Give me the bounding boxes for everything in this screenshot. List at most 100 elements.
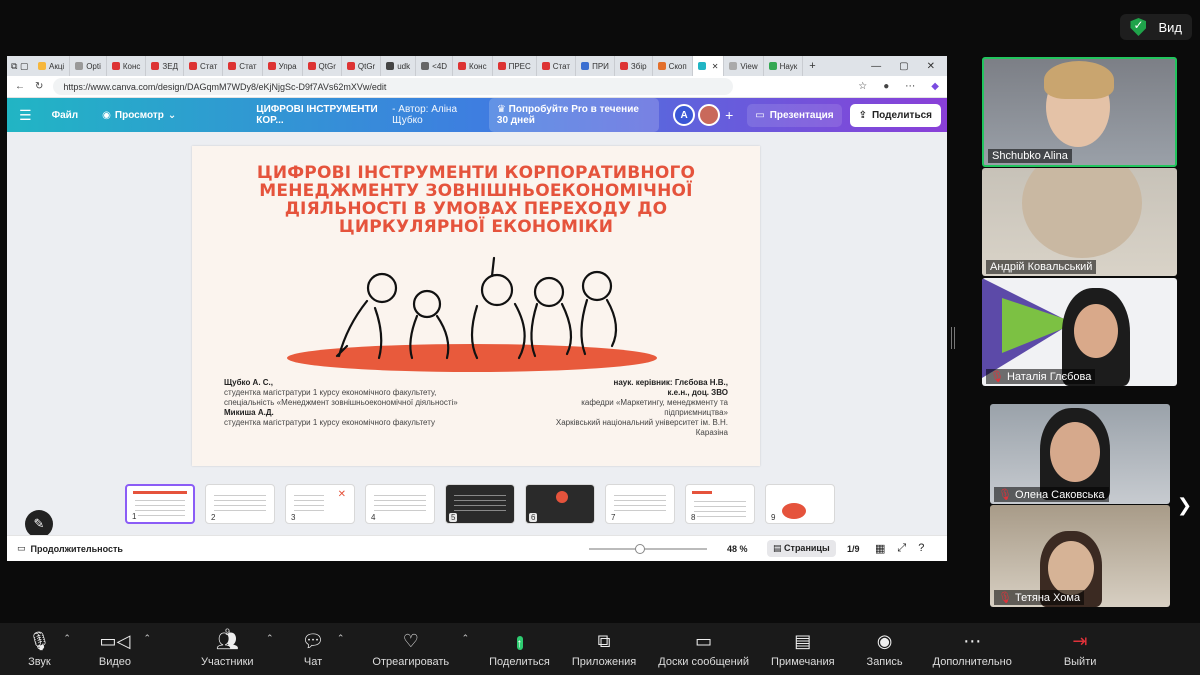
whiteboard-icon: ▭ — [695, 630, 713, 651]
browser-tab[interactable]: udk — [381, 56, 417, 76]
leave-button[interactable]: ⇥ Выйти — [1064, 631, 1097, 668]
grid-view-icon[interactable]: ▦ — [875, 542, 885, 555]
supervisor-block: наук. керівник: Глєбова Н.В., к.е.н., до… — [556, 378, 728, 438]
more-icon: ⋯ — [963, 630, 982, 651]
notes-button[interactable]: ▤ Примечания — [771, 631, 835, 668]
browser-tab[interactable]: ПРИ — [576, 56, 615, 76]
browser-tab[interactable]: ЗЕД — [146, 56, 184, 76]
browser-tab[interactable]: Стат — [223, 56, 263, 76]
view-control[interactable]: Вид — [1120, 14, 1192, 40]
browser-tab-active[interactable]: ✕ — [692, 56, 725, 76]
browser-menu-icon[interactable]: ⧉ ▢ — [11, 61, 33, 72]
fullscreen-icon[interactable]: ⤢ — [897, 542, 906, 555]
participants-button[interactable]: 👥︎ 9 Участники ⌃ — [201, 627, 274, 668]
document-title[interactable]: ЦИФРОВІ ІНСТРУМЕНТИ КОР... — [256, 104, 384, 126]
share-screen-button[interactable]: ↑ Поделиться — [489, 631, 550, 668]
profile-icon[interactable]: ● — [883, 81, 889, 92]
browser-tab[interactable]: Стат — [537, 56, 577, 76]
browser-tab[interactable]: Упра — [263, 56, 303, 76]
browser-tab[interactable]: <4D — [416, 56, 454, 76]
next-gallery-page-icon[interactable]: ❯ — [1177, 495, 1192, 516]
avatar[interactable]: A — [673, 104, 696, 126]
hamburger-menu-icon[interactable]: ☰ — [19, 107, 32, 124]
collaborators: A + — [673, 104, 733, 126]
browser-tab[interactable]: Opti — [70, 56, 107, 76]
close-window-icon[interactable]: ✕ — [927, 61, 935, 72]
apps-button[interactable]: ⧉ Приложения — [572, 631, 636, 668]
browser-tab[interactable]: Збір — [615, 56, 653, 76]
page-thumbnail[interactable]: 4 — [365, 484, 435, 524]
chevron-up-icon[interactable]: ⌃ — [63, 633, 71, 644]
browser-tab[interactable]: Конс — [107, 56, 147, 76]
help-icon[interactable]: ? — [918, 542, 924, 555]
panel-resize-handle[interactable] — [951, 327, 955, 349]
participant-video[interactable]: 🎙︎ Тетяна Хома — [990, 505, 1170, 607]
page-thumbnail[interactable]: 9 — [765, 484, 835, 524]
page-thumbnail[interactable]: 6 — [525, 484, 595, 524]
authors-block: Щубко А. С., студентка магістратури 1 ку… — [224, 378, 458, 428]
browser-tab[interactable]: ПРЕС — [493, 56, 537, 76]
view-menu[interactable]: ◉ Просмотр ⌄ — [102, 110, 176, 121]
browser-tab[interactable]: Наук — [764, 56, 804, 76]
page-thumbnail[interactable]: 8 — [685, 484, 755, 524]
participant-video[interactable]: Shchubko Alina — [982, 57, 1177, 167]
participant-video[interactable]: 🎙︎ Олена Саковська — [990, 404, 1170, 504]
browser-tab[interactable]: Акці — [33, 56, 71, 76]
page-thumbnail[interactable]: 2 — [205, 484, 275, 524]
record-button[interactable]: ◉ Запись — [867, 631, 903, 668]
meeting-toolbar: 🎙︎ Звук ⌃ ▭◁ Видео ⌃ 👥︎ 9 Участники ⌃ 💬︎… — [0, 623, 1200, 675]
participant-video[interactable]: Андрій Ковальський — [982, 168, 1177, 276]
minimize-icon[interactable]: — — [871, 61, 881, 72]
browser-tab[interactable]: QtGr — [342, 56, 382, 76]
duration-button[interactable]: ▭ Продолжительность — [17, 543, 123, 554]
heart-icon: ♡ — [402, 630, 419, 651]
page-thumbnail[interactable]: 1 — [125, 484, 195, 524]
browser-tab[interactable]: Стат — [184, 56, 224, 76]
file-menu[interactable]: Файл — [52, 110, 79, 121]
slide-canvas[interactable]: ЦИФРОВІ ІНСТРУМЕНТИ КОРПОРАТИВНОГО МЕНЕД… — [192, 146, 760, 466]
apps-icon: ⧉ — [597, 630, 611, 651]
browser-tab[interactable]: View — [724, 56, 764, 76]
zoom-level[interactable]: 48 % — [727, 544, 748, 554]
browser-tab[interactable]: Скоп — [653, 56, 693, 76]
zoom-slider[interactable] — [589, 544, 707, 554]
url-field[interactable]: https://www.canva.com/design/DAGqmM7WDy8… — [53, 78, 734, 95]
maximize-icon[interactable]: ▢ — [899, 61, 908, 72]
browser-tab[interactable]: Конс — [453, 56, 493, 76]
chevron-up-icon[interactable]: ⌃ — [462, 633, 470, 644]
close-tab-icon[interactable]: ✕ — [712, 62, 719, 71]
favorites-icon[interactable]: ☆ — [858, 81, 867, 92]
react-button[interactable]: ♡ Отреагировать ⌃ — [372, 630, 469, 668]
more-menu-icon[interactable]: ⋯ — [905, 81, 915, 92]
chevron-up-icon[interactable]: ⌃ — [266, 633, 274, 644]
view-label[interactable]: Вид — [1158, 20, 1182, 35]
try-pro-button[interactable]: ♛ Попробуйте Pro в течение 30 дней — [488, 98, 660, 132]
audio-button[interactable]: 🎙︎ Звук ⌃ — [28, 631, 71, 668]
present-button[interactable]: ▭ Презентация — [747, 103, 842, 127]
pages-button[interactable]: ▤ Страницы — [767, 540, 836, 557]
back-icon[interactable]: ← — [15, 81, 25, 92]
whiteboards-button[interactable]: ▭ Доски сообщений — [658, 631, 749, 668]
zoom-slider-knob[interactable] — [635, 544, 645, 554]
edit-pencil-icon[interactable]: ✎ — [25, 510, 53, 538]
more-button[interactable]: ⋯ Дополнительно — [933, 631, 1012, 668]
chevron-up-icon[interactable]: ⌃ — [337, 633, 345, 644]
share-screen-label: Поделиться — [489, 655, 550, 668]
reload-icon[interactable]: ↻ — [35, 81, 43, 92]
chat-button[interactable]: 💬︎ Чат ⌃ — [302, 631, 345, 668]
chevron-up-icon[interactable]: ⌃ — [143, 633, 151, 644]
page-thumbnail[interactable]: 5 — [445, 484, 515, 524]
add-collaborator-icon[interactable]: + — [725, 107, 733, 123]
notes-icon: ▤ — [794, 630, 812, 651]
copilot-icon[interactable]: ◆ — [931, 81, 939, 92]
new-tab-icon[interactable]: + — [803, 60, 821, 72]
page-thumbnail[interactable]: 7 — [605, 484, 675, 524]
video-button[interactable]: ▭◁ Видео ⌃ — [99, 631, 151, 668]
page-thumbnail[interactable]: ✕ 3 — [285, 484, 355, 524]
participant-video[interactable]: 🎙︎ Наталія Глєбова — [982, 278, 1177, 386]
browser-tab[interactable]: QtGr — [303, 56, 342, 76]
exit-door-icon: ⇥ — [1072, 630, 1088, 651]
share-button[interactable]: ⇪ Поделиться — [849, 103, 941, 127]
avatar-photo[interactable] — [698, 104, 721, 126]
slide-title[interactable]: ЦИФРОВІ ІНСТРУМЕНТИ КОРПОРАТИВНОГО МЕНЕД… — [212, 164, 740, 236]
